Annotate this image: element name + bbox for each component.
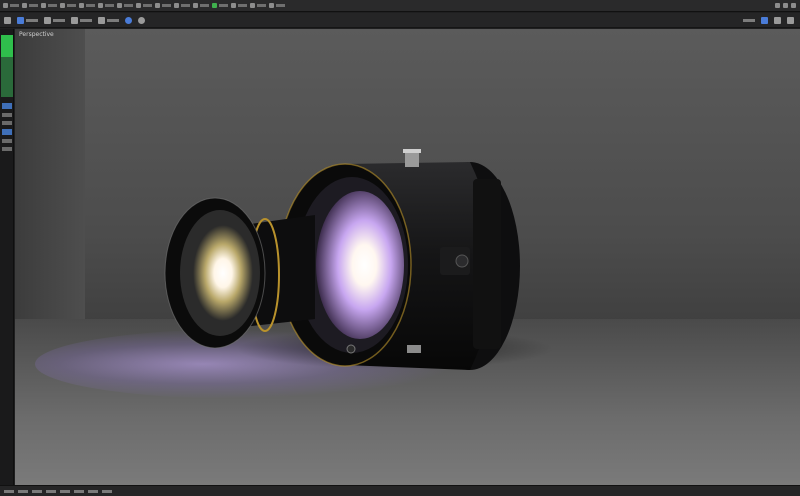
menu-bar bbox=[0, 0, 800, 12]
menu-item-help[interactable] bbox=[269, 1, 285, 11]
minimize-icon[interactable] bbox=[775, 3, 780, 8]
menu-item-active[interactable] bbox=[212, 1, 228, 11]
tool-save[interactable] bbox=[44, 15, 65, 25]
tool-view-d[interactable] bbox=[787, 15, 794, 25]
app-window: Perspective bbox=[0, 0, 800, 496]
left-tool-panel bbox=[0, 29, 14, 485]
tool-view-a[interactable] bbox=[743, 15, 755, 25]
snap-icon bbox=[71, 16, 78, 24]
render-icon bbox=[136, 3, 141, 8]
window-icon bbox=[250, 3, 255, 8]
connector-cap bbox=[403, 149, 421, 153]
status-item-5 bbox=[60, 489, 70, 493]
menu-item-select[interactable] bbox=[79, 1, 95, 11]
grid-icon bbox=[774, 16, 781, 24]
layout-icon bbox=[98, 16, 105, 24]
select-icon bbox=[79, 3, 84, 8]
insert-icon bbox=[60, 3, 65, 8]
tool-item-2[interactable] bbox=[2, 121, 12, 125]
menu-item-camera[interactable] bbox=[193, 1, 209, 11]
layer-panel[interactable] bbox=[1, 57, 13, 97]
menu-item-file[interactable] bbox=[3, 1, 19, 11]
tool-open[interactable] bbox=[17, 15, 38, 25]
menu-item-light[interactable] bbox=[174, 1, 190, 11]
view-icon bbox=[41, 3, 46, 8]
window-controls bbox=[775, 3, 796, 8]
toolbar-right bbox=[743, 15, 794, 25]
menu-item-material[interactable] bbox=[155, 1, 171, 11]
side-screw-icon bbox=[455, 254, 469, 268]
bottom-screw-icon bbox=[346, 344, 356, 354]
menu-item-render[interactable] bbox=[136, 1, 152, 11]
tool-item-4[interactable] bbox=[2, 139, 12, 143]
menu-icon bbox=[787, 16, 794, 24]
menu-item-tools[interactable] bbox=[231, 1, 247, 11]
tool-item-1[interactable] bbox=[2, 113, 12, 117]
menu-item-window[interactable] bbox=[250, 1, 266, 11]
file-icon bbox=[3, 3, 8, 8]
tool-snap[interactable] bbox=[71, 15, 92, 25]
viewport-label: Perspective bbox=[19, 31, 54, 38]
camera-lens-render bbox=[164, 149, 520, 370]
menu-item-mesh[interactable] bbox=[117, 1, 133, 11]
connector-top bbox=[405, 151, 419, 167]
globe-icon bbox=[761, 16, 768, 24]
toolbar bbox=[0, 13, 800, 28]
menu-item-object[interactable] bbox=[98, 1, 114, 11]
color-swatch[interactable] bbox=[1, 35, 13, 57]
menu-item-edit[interactable] bbox=[22, 1, 38, 11]
bottom-connector bbox=[407, 345, 421, 353]
status-bar bbox=[0, 485, 800, 496]
rear-element bbox=[316, 191, 404, 339]
status-item-8 bbox=[102, 489, 112, 493]
tool-view-c[interactable] bbox=[774, 15, 781, 25]
gear-icon bbox=[138, 16, 145, 24]
maximize-icon[interactable] bbox=[783, 3, 788, 8]
menu-item-view[interactable] bbox=[41, 1, 57, 11]
tool-item-5[interactable] bbox=[2, 147, 12, 151]
object-icon bbox=[98, 3, 103, 8]
save-icon bbox=[44, 16, 51, 24]
link-icon bbox=[125, 16, 132, 24]
menu-item-insert[interactable] bbox=[60, 1, 76, 11]
status-item-3 bbox=[32, 489, 42, 493]
focus-ring bbox=[473, 179, 501, 349]
tool-view-b[interactable] bbox=[761, 15, 768, 25]
status-item-2 bbox=[18, 489, 28, 493]
light-icon bbox=[174, 3, 179, 8]
front-element bbox=[193, 225, 253, 321]
status-item-7 bbox=[88, 489, 98, 493]
open-icon bbox=[17, 16, 24, 24]
tool-link[interactable] bbox=[125, 15, 132, 25]
new-icon bbox=[4, 16, 11, 24]
camera-icon bbox=[193, 3, 198, 8]
active-icon bbox=[212, 3, 217, 8]
close-icon[interactable] bbox=[791, 3, 796, 8]
tool-settings[interactable] bbox=[138, 15, 145, 25]
status-item-6 bbox=[74, 489, 84, 493]
edit-icon bbox=[22, 3, 27, 8]
status-item-4 bbox=[46, 489, 56, 493]
mesh-icon bbox=[117, 3, 122, 8]
layer-active[interactable] bbox=[2, 103, 12, 109]
status-item-1 bbox=[4, 489, 14, 493]
material-icon bbox=[155, 3, 160, 8]
tools-icon bbox=[231, 3, 236, 8]
help-icon bbox=[269, 3, 274, 8]
tool-new[interactable] bbox=[4, 15, 11, 25]
tool-layout[interactable] bbox=[98, 15, 119, 25]
render-viewport[interactable]: Perspective bbox=[15, 29, 800, 485]
tool-item-3[interactable] bbox=[2, 129, 12, 135]
